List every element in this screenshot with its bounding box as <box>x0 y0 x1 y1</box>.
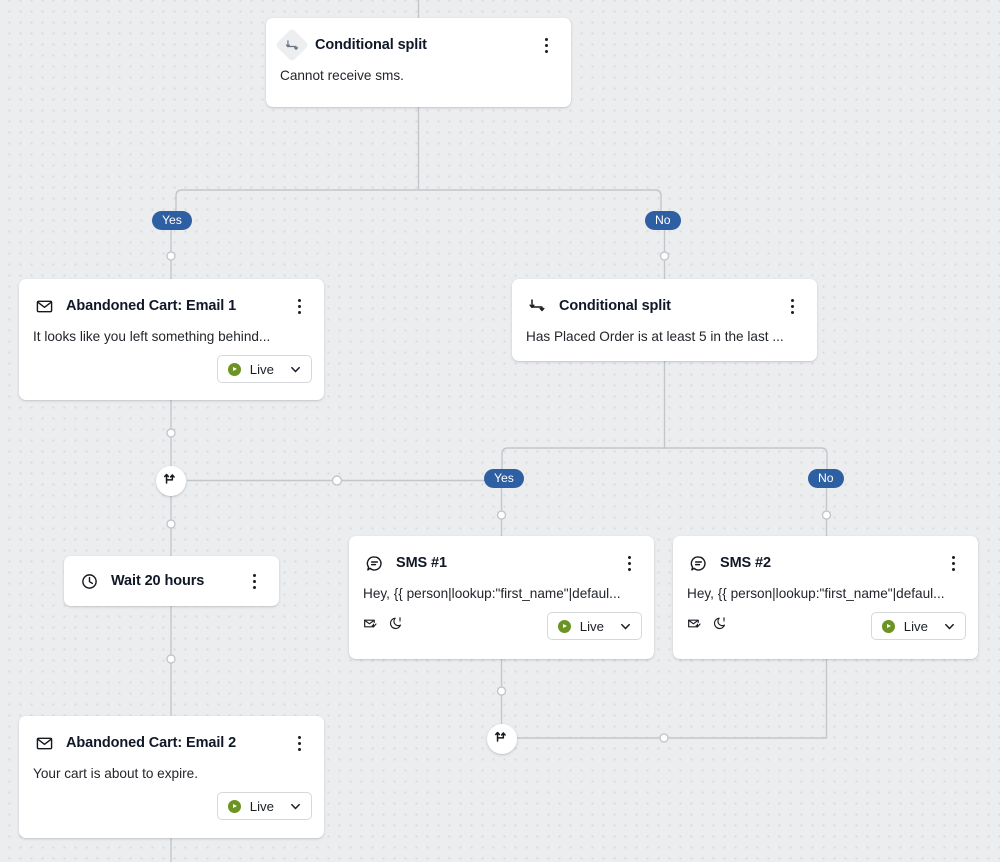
envelope-icon <box>33 295 55 317</box>
node-title: SMS #1 <box>396 555 447 571</box>
quiet-hours-icon <box>389 616 404 636</box>
kebab-menu-icon[interactable] <box>781 294 803 318</box>
node-email-1[interactable]: Abandoned Cart: Email 1 It looks like yo… <box>19 279 324 400</box>
flow-canvas[interactable]: Conditional split Cannot receive sms. Ye… <box>0 0 1000 862</box>
smart-sending-icon <box>687 616 702 636</box>
status-label: Live <box>249 798 274 814</box>
node-body-text: Your cart is about to expire. <box>33 766 198 781</box>
kebab-menu-icon[interactable] <box>618 551 640 575</box>
node-conditional-split-right[interactable]: Conditional split Has Placed Order is at… <box>512 279 817 361</box>
node-header: Conditional split <box>266 18 571 62</box>
status-dropdown-live[interactable]: Live <box>870 612 966 640</box>
kebab-menu-icon[interactable] <box>243 569 265 593</box>
status-dropdown-live[interactable]: Live <box>546 612 642 640</box>
node-sms-2[interactable]: SMS #2 Hey, {{ person|lookup:"first_name… <box>673 536 978 659</box>
node-body-text: It looks like you left something behind.… <box>33 329 271 344</box>
node-footer: Live <box>19 344 324 395</box>
kebab-menu-icon[interactable] <box>535 33 557 57</box>
node-title: Conditional split <box>559 298 671 314</box>
node-header: SMS #1 <box>349 536 654 575</box>
node-header: SMS #2 <box>673 536 978 575</box>
branch-label-no-right[interactable]: No <box>808 469 844 488</box>
node-footer: Live <box>673 601 978 652</box>
node-title: Conditional split <box>315 37 427 53</box>
merge-node-left[interactable] <box>156 466 186 496</box>
chevron-down-icon <box>619 620 632 633</box>
merge-node-bottom[interactable] <box>487 724 517 754</box>
rejoin-paths-icon <box>163 471 179 492</box>
chevron-down-icon <box>289 800 302 813</box>
node-footer: Live <box>349 601 654 652</box>
conditional-split-icon <box>526 295 548 317</box>
play-circle-icon <box>227 362 241 376</box>
node-title: Abandoned Cart: Email 2 <box>66 735 237 751</box>
node-body-text: Cannot receive sms. <box>280 68 404 83</box>
node-email-2[interactable]: Abandoned Cart: Email 2 Your cart is abo… <box>19 716 324 838</box>
smart-sending-icon <box>363 616 378 636</box>
node-header: Abandoned Cart: Email 2 <box>19 716 324 755</box>
quiet-hours-icon <box>713 616 728 636</box>
chevron-down-icon <box>943 620 956 633</box>
branch-label-no-top[interactable]: No <box>645 211 681 230</box>
rejoin-paths-icon <box>494 729 510 750</box>
branch-label-yes-top[interactable]: Yes <box>152 211 192 230</box>
node-header: Conditional split <box>512 279 817 318</box>
sms-bubble-icon <box>363 552 385 574</box>
play-circle-icon <box>227 799 241 813</box>
node-body-text: Hey, {{ person|lookup:"first_name"|defau… <box>363 586 621 601</box>
play-circle-icon <box>557 619 571 633</box>
chevron-down-icon <box>289 363 302 376</box>
node-body-text: Hey, {{ person|lookup:"first_name"|defau… <box>687 586 945 601</box>
node-wait[interactable]: Wait 20 hours <box>64 556 279 606</box>
status-label: Live <box>249 361 274 377</box>
status-dropdown-live[interactable]: Live <box>216 792 312 820</box>
node-header: Wait 20 hours <box>64 556 279 606</box>
node-header: Abandoned Cart: Email 1 <box>19 279 324 318</box>
node-body-text: Has Placed Order is at least 5 in the la… <box>526 329 784 344</box>
status-dropdown-live[interactable]: Live <box>216 355 312 383</box>
status-label: Live <box>579 618 604 634</box>
kebab-menu-icon[interactable] <box>288 294 310 318</box>
status-label: Live <box>903 618 928 634</box>
node-conditional-split-top[interactable]: Conditional split Cannot receive sms. <box>266 18 571 107</box>
clock-icon <box>78 570 100 592</box>
node-title: Abandoned Cart: Email 1 <box>66 298 237 314</box>
node-sms-1[interactable]: SMS #1 Hey, {{ person|lookup:"first_name… <box>349 536 654 659</box>
kebab-menu-icon[interactable] <box>288 731 310 755</box>
node-title: Wait 20 hours <box>111 573 205 589</box>
play-circle-icon <box>881 619 895 633</box>
sms-bubble-icon <box>687 552 709 574</box>
envelope-icon <box>33 732 55 754</box>
node-footer: Live <box>19 781 324 832</box>
branch-label-yes-right[interactable]: Yes <box>484 469 524 488</box>
node-title: SMS #2 <box>720 555 771 571</box>
kebab-menu-icon[interactable] <box>942 551 964 575</box>
